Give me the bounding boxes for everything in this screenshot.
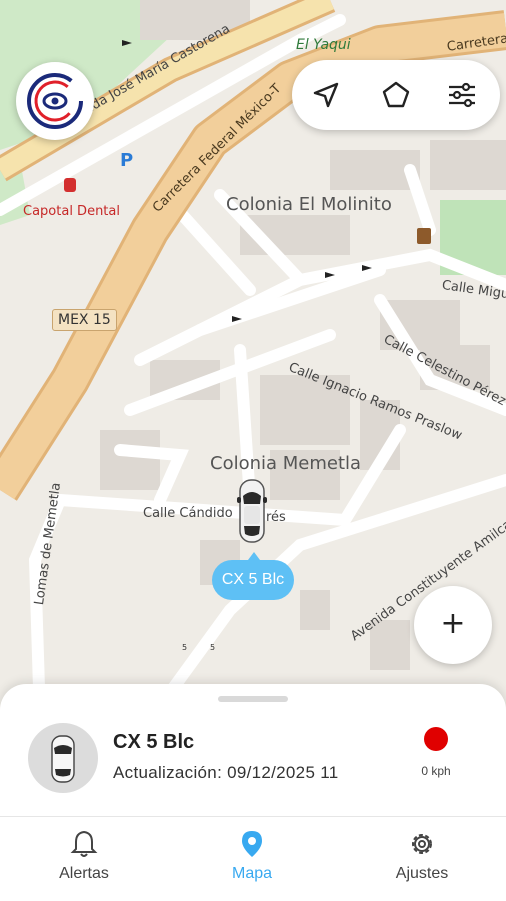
- bell-icon: [70, 830, 98, 857]
- svg-text:5: 5: [182, 643, 187, 652]
- map-label-capotal-dental: Capotal Dental: [23, 204, 120, 219]
- map-label-el-yaqui: El Yaqui: [296, 37, 351, 53]
- plus-icon: +: [440, 606, 466, 641]
- drag-handle[interactable]: [218, 696, 288, 702]
- navigation-arrow-icon: [313, 82, 339, 108]
- vehicle-panel[interactable]: CX 5 Blc Actualización: 09/12/2025 11 0 …: [0, 684, 506, 816]
- vehicle-speed: 0 kph: [421, 764, 451, 778]
- map-label-mex15: MEX 15: [52, 309, 117, 331]
- status-indicator: [424, 727, 448, 751]
- vehicle-name: CX 5 Blc: [113, 731, 195, 753]
- gear-icon: [412, 834, 432, 854]
- vehicle-avatar: [28, 723, 98, 793]
- sliders-icon: [449, 82, 475, 108]
- eye-target-logo-icon: [27, 73, 83, 129]
- parking-icon: P: [120, 150, 134, 171]
- nav-alertas[interactable]: Alertas: [0, 817, 168, 901]
- filter-settings-button[interactable]: [444, 77, 480, 113]
- bottom-navigation: Alertas Mapa Ajustes: [0, 816, 506, 901]
- svg-text:5: 5: [210, 643, 215, 652]
- nav-label-alertas: Alertas: [59, 865, 109, 882]
- zoom-in-button[interactable]: +: [414, 586, 492, 664]
- navigation-arrow-button[interactable]: [308, 77, 344, 113]
- map-pin-icon: [242, 831, 262, 857]
- polygon-icon: [382, 81, 410, 108]
- map-toolbar: [292, 60, 500, 130]
- nav-mapa[interactable]: Mapa: [168, 817, 336, 901]
- nav-ajustes[interactable]: Ajustes: [338, 817, 506, 901]
- dental-marker-icon: [64, 178, 76, 192]
- landmark-marker-icon: [417, 228, 431, 244]
- vehicle-map-label[interactable]: CX 5 Blc: [212, 552, 294, 600]
- car-top-icon: [51, 735, 75, 783]
- map-label-colonia-el-molinito: Colonia El Molinito: [226, 194, 392, 215]
- nav-label-ajustes: Ajustes: [395, 865, 449, 882]
- vehicle-update-time: Actualización: 09/12/2025 11: [113, 763, 339, 782]
- vehicle-car-marker[interactable]: [234, 478, 270, 544]
- map-label-colonia-memetla: Colonia Memetla: [210, 453, 362, 474]
- polygon-button[interactable]: [378, 77, 414, 113]
- app-logo[interactable]: [16, 62, 94, 140]
- map-label-calle-candido: Calle Cándido: [143, 506, 233, 521]
- nav-label-mapa: Mapa: [231, 865, 273, 882]
